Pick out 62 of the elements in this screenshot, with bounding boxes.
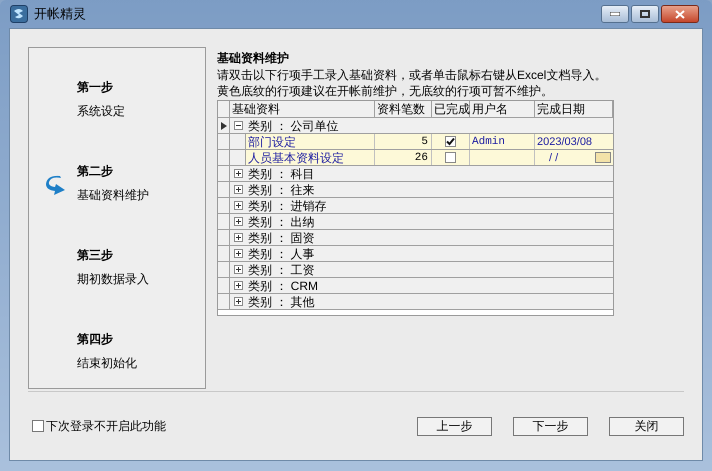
column-header[interactable]: 基础资料 xyxy=(230,101,375,117)
category-label: 类别 ： 公司单位 xyxy=(248,118,339,134)
checkbox[interactable] xyxy=(32,420,44,432)
category-label: 类别 ： 出纳 xyxy=(248,214,315,230)
dialog-button[interactable]: 上一步 xyxy=(417,416,492,436)
window-title: 开帐精灵 xyxy=(34,5,86,24)
column-header[interactable]: 已完成 xyxy=(432,101,470,117)
step-name: 期初数据录入 xyxy=(77,271,149,288)
step-label: 第二步 xyxy=(77,163,114,180)
dialog-button[interactable]: 下一步 xyxy=(513,416,588,436)
category-label: 类别 ： 进销存 xyxy=(248,198,327,214)
category-label: 类别 ： 科目 xyxy=(248,166,315,182)
column-header[interactable]: 完成日期 xyxy=(535,101,613,117)
dialog-button[interactable]: 关闭 xyxy=(609,416,684,436)
minimize-icon xyxy=(610,12,620,16)
table-cell: 部门设定 xyxy=(246,134,375,149)
expand-icon[interactable] xyxy=(234,233,243,242)
expand-icon[interactable] xyxy=(234,249,243,258)
category-label: 类别 ： 固资 xyxy=(248,230,315,246)
column-header[interactable]: 资料笔数 xyxy=(375,101,432,117)
category-label: 类别 ： 工资 xyxy=(248,262,315,278)
expand-icon[interactable] xyxy=(234,201,243,210)
step-label: 第一步 xyxy=(77,79,114,96)
checkbox-label: 下次登录不开启此功能 xyxy=(46,418,166,435)
curved-arrow-icon xyxy=(45,174,67,196)
table-cell: 人员基本资料设定 xyxy=(246,150,375,165)
checkbox[interactable] xyxy=(445,152,456,163)
row-selector[interactable] xyxy=(218,118,230,133)
checkbox[interactable] xyxy=(445,136,456,147)
expand-icon[interactable] xyxy=(234,217,243,226)
table-cell: Admin xyxy=(472,136,506,148)
maximize-button[interactable] xyxy=(631,5,659,23)
column-header[interactable]: 用户名 xyxy=(470,101,535,117)
close-button[interactable] xyxy=(661,5,699,23)
section-title: 基础资料维护 xyxy=(217,50,290,67)
table-cell: 5 xyxy=(375,134,432,149)
category-label: 类别 ： 人事 xyxy=(248,246,315,262)
calendar-button[interactable] xyxy=(595,152,611,163)
row-pointer-icon xyxy=(220,122,226,130)
step-name: 系统设定 xyxy=(77,103,125,120)
category-label: 类别 ： 往来 xyxy=(248,182,315,198)
app-icon xyxy=(10,5,28,23)
instruction-text: 请双击以下行项手工录入基础资料，或者单击鼠标右键从Excel文档导入。 xyxy=(217,67,608,83)
category-label: 类别 ： 其他 xyxy=(248,294,315,310)
step-label: 第三步 xyxy=(77,247,114,264)
category-label: 类别 ： CRM xyxy=(248,278,318,294)
table-cell-text: 2023/03/08 xyxy=(537,134,592,150)
minimize-button[interactable] xyxy=(601,5,629,23)
expand-icon[interactable] xyxy=(234,265,243,274)
table-cell: 26 xyxy=(375,150,432,165)
maximize-icon xyxy=(640,10,650,18)
collapse-icon[interactable] xyxy=(234,121,243,130)
step-name: 基础资料维护 xyxy=(77,187,149,204)
expand-icon[interactable] xyxy=(234,185,243,194)
step-name: 结束初始化 xyxy=(77,355,137,372)
instruction-text: 黄色底纹的行项建议在开帐前维护，无底纹的行项可暂不维护。 xyxy=(217,83,554,99)
close-icon xyxy=(675,10,685,18)
step-label: 第四步 xyxy=(77,331,114,348)
expand-icon[interactable] xyxy=(234,281,243,290)
table-cell-text: / / xyxy=(549,150,558,166)
expand-icon[interactable] xyxy=(234,169,243,178)
expand-icon[interactable] xyxy=(234,297,243,306)
